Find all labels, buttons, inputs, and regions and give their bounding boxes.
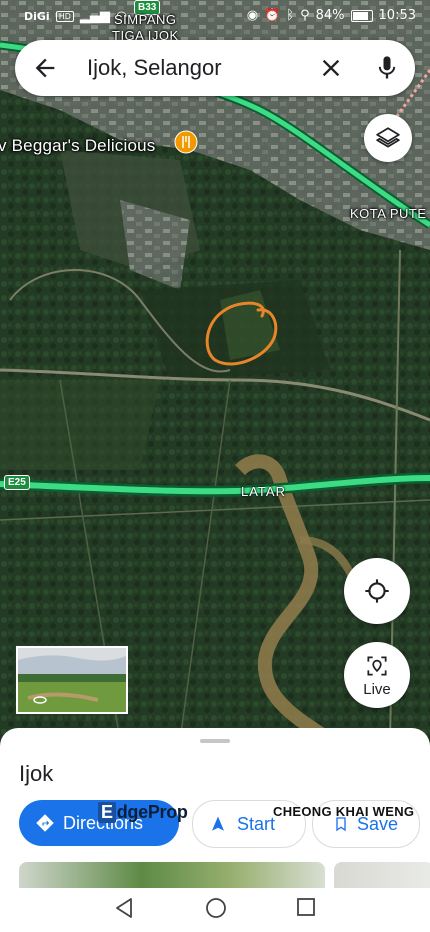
- status-bar: DiGi HD ▂▄▆ ◠ ◉ ⏰ ᛒ ⚲ 84% 10:53: [0, 0, 430, 32]
- street-view-image: [18, 648, 126, 712]
- satellite-map[interactable]: B33 SIMPANG TIGA IJOK v Beggar's Delicio…: [0, 0, 430, 740]
- clear-icon[interactable]: [317, 54, 345, 82]
- edgeprop-watermark-logo: EdgeProp: [98, 802, 188, 823]
- live-pin-icon: [367, 655, 387, 676]
- search-bar[interactable]: Ijok, Selangor: [15, 40, 415, 96]
- battery-icon: [350, 9, 373, 22]
- place-photo[interactable]: [19, 862, 325, 888]
- nav-home-icon[interactable]: [204, 896, 228, 920]
- place-photo[interactable]: [334, 862, 430, 888]
- place-title: Ijok: [19, 761, 54, 786]
- photo-strip[interactable]: [19, 862, 430, 888]
- mic-icon[interactable]: [373, 54, 401, 82]
- my-location-button[interactable]: [344, 558, 410, 624]
- layers-icon: [376, 127, 400, 148]
- bluetooth-icon: ᛒ: [286, 8, 295, 23]
- search-input[interactable]: Ijok, Selangor: [87, 55, 222, 81]
- road-name-latar: LATAR: [241, 484, 286, 499]
- kota-label: KOTA PUTE: [350, 206, 427, 221]
- wifi-icon: ◠: [115, 9, 128, 24]
- layers-button[interactable]: [364, 114, 412, 162]
- directions-icon: [36, 814, 54, 832]
- navigation-arrow-icon: [212, 816, 224, 831]
- restaurant-label[interactable]: v Beggar's Delicious: [0, 136, 155, 156]
- agent-name-watermark: CHEONG KHAI WENG: [273, 804, 415, 819]
- system-nav-bar: [0, 888, 430, 932]
- map-imagery: [0, 0, 430, 740]
- carrier-label: DiGi: [24, 10, 50, 23]
- battery-percent: 84%: [315, 8, 345, 23]
- location-status-icon: ⚲: [300, 8, 310, 23]
- back-arrow-icon[interactable]: [31, 54, 59, 82]
- clock: 10:53: [378, 8, 416, 23]
- start-label: Start: [237, 813, 276, 834]
- hd-icon: HD: [55, 11, 74, 22]
- e25-road-shield: E25: [4, 475, 30, 490]
- eye-icon: ◉: [246, 8, 259, 23]
- drag-handle[interactable]: [200, 739, 230, 743]
- crosshair-icon: [365, 579, 389, 603]
- alarm-icon: ⏰: [264, 8, 281, 23]
- live-label: Live: [363, 680, 391, 698]
- live-view-button[interactable]: Live: [344, 642, 410, 708]
- signal-icon: ▂▄▆: [79, 9, 110, 24]
- nav-back-icon[interactable]: [113, 896, 135, 920]
- nav-recents-icon[interactable]: [296, 897, 316, 917]
- street-view-thumbnail[interactable]: [16, 646, 128, 714]
